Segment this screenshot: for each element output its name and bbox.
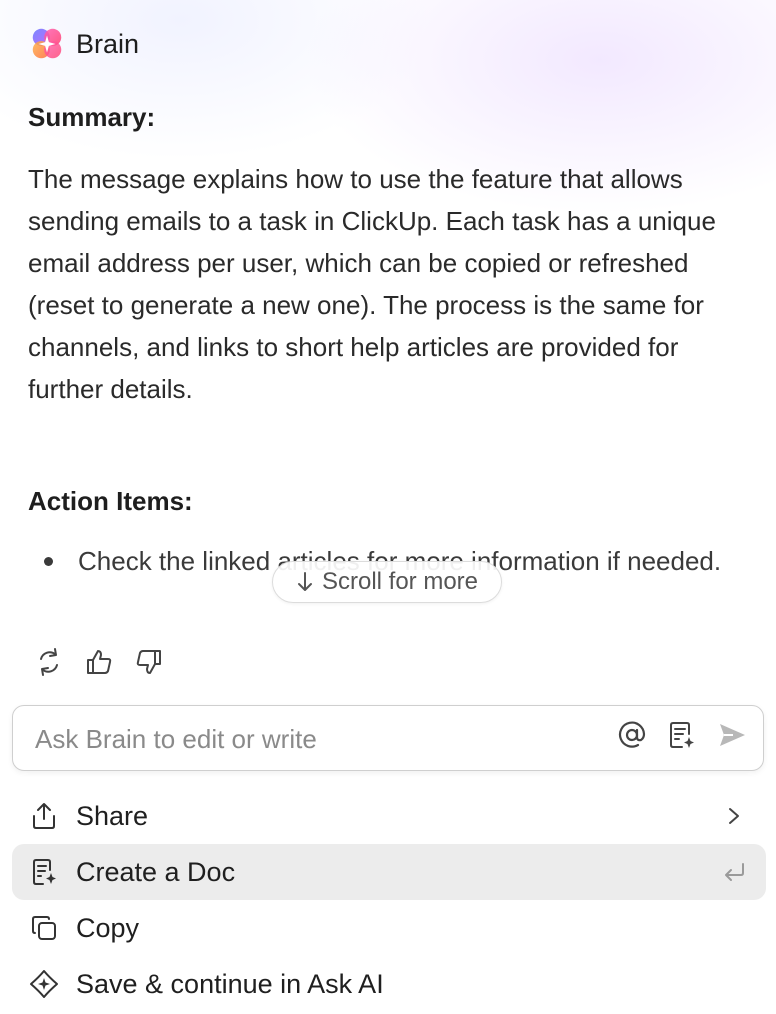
- menu-item-save-continue[interactable]: Save & continue in Ask AI: [12, 956, 766, 1012]
- ai-sparkle-icon: [28, 968, 60, 1000]
- regenerate-icon: [40, 648, 58, 676]
- feedback-toolbar: [34, 644, 164, 680]
- thumbs-up-button[interactable]: [84, 644, 114, 680]
- chevron-right-icon: [720, 802, 748, 830]
- action-items-heading: Action Items:: [28, 486, 193, 516]
- brain-logo-icon: [32, 28, 62, 59]
- thumbs-down-button[interactable]: [134, 644, 164, 680]
- create-doc-icon: [28, 856, 60, 888]
- summary-text: The message explains how to use the feat…: [28, 164, 716, 404]
- brain-panel: Brain Summary: The message explains how …: [0, 0, 776, 1014]
- thumbs-up-icon: [87, 650, 112, 674]
- menu-item-create-doc[interactable]: Create a Doc: [12, 844, 766, 900]
- panel-title: Brain: [76, 28, 140, 59]
- send-icon[interactable]: [717, 720, 747, 750]
- scroll-for-more-label: Scroll for more: [321, 568, 479, 595]
- share-icon: [28, 800, 60, 832]
- menu-item-label: Copy: [76, 912, 140, 943]
- scroll-for-more-button[interactable]: Scroll for more: [272, 561, 502, 603]
- panel-header: Brain: [28, 24, 139, 64]
- menu-item-label: Share: [76, 800, 149, 831]
- enter-key-icon: [720, 858, 748, 886]
- arrow-down-icon: [297, 572, 312, 591]
- regenerate-button[interactable]: [34, 644, 64, 680]
- action-menu: Share Create a Doc Copy Save & continue …: [12, 788, 766, 1012]
- menu-item-label: Save & continue in Ask AI: [76, 968, 384, 999]
- menu-item-label: Create a Doc: [76, 856, 236, 887]
- mention-icon[interactable]: [617, 720, 647, 750]
- prompt-input[interactable]: [33, 716, 597, 762]
- thumbs-down-icon: [136, 650, 161, 674]
- input-actions: [617, 720, 747, 750]
- copy-icon: [28, 912, 60, 944]
- summary-heading: Summary:: [28, 102, 156, 132]
- menu-item-share[interactable]: Share: [12, 788, 766, 844]
- prompt-input-container: [12, 705, 764, 771]
- menu-item-copy[interactable]: Copy: [12, 900, 766, 956]
- doc-context-icon[interactable]: [667, 720, 697, 750]
